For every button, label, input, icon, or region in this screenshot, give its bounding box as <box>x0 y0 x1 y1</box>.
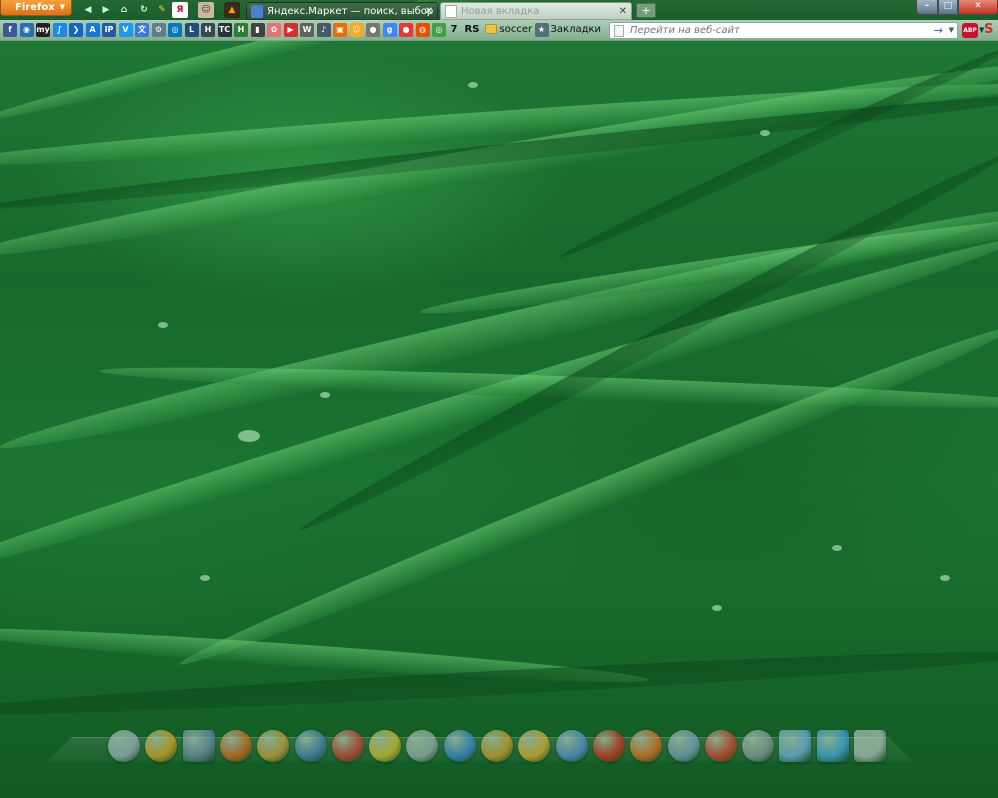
ie-icon[interactable] <box>443 730 476 762</box>
tab-strip: Firefox ▼ ◀ ▶ ⌂ ↻ ✎ Я ☺ ▲ Яндекс.Маркет … <box>0 0 998 20</box>
firefox-menu-button[interactable]: Firefox ▼ <box>0 0 72 16</box>
history-dropdown-icon[interactable]: ▼ <box>949 23 954 38</box>
back-icon[interactable]: ◀ <box>80 2 96 18</box>
target-icon[interactable]: ◎ <box>168 23 182 37</box>
wordpress-icon[interactable] <box>742 730 775 762</box>
banana-icon[interactable] <box>518 730 551 762</box>
ubuntu-icon[interactable]: ◍ <box>415 23 430 37</box>
opera-icon[interactable] <box>592 730 625 762</box>
adblock-plus-button[interactable]: ABP <box>962 23 978 38</box>
thunderbird-icon[interactable] <box>481 730 513 762</box>
close-icon: ✕ <box>974 1 982 11</box>
chrome-icon[interactable] <box>145 730 178 762</box>
globe-icon[interactable] <box>294 730 327 762</box>
bookmarks-menu-icon: ★ <box>534 23 549 37</box>
face-icon[interactable]: ☺ <box>198 2 214 18</box>
facebook-icon[interactable]: f <box>3 23 17 37</box>
reload-icon[interactable]: ↻ <box>136 2 152 18</box>
note-icon[interactable]: ♪ <box>316 23 331 37</box>
red-dot-icon[interactable]: ● <box>399 23 413 37</box>
bookmark-folder-soccer[interactable]: soccer <box>500 23 533 37</box>
youtube-icon[interactable]: ▶ <box>283 23 298 37</box>
minimize-icon: – <box>924 1 930 11</box>
close-window-button[interactable]: ✕ <box>958 0 998 15</box>
yandex-market-favicon-icon <box>251 5 263 18</box>
tab-label: Яндекс.Маркет — поиск, выбор и п... <box>267 6 437 17</box>
chevron-down-icon: ▼ <box>59 3 65 11</box>
tab-label: Новая вкладка <box>461 6 540 17</box>
maximize-icon: □ <box>943 1 953 11</box>
skype-icon[interactable] <box>816 730 849 762</box>
google-icon[interactable]: g <box>382 23 397 37</box>
desktop: Firefox ▼ ◀ ▶ ⌂ ↻ ✎ Я ☺ ▲ Яндекс.Маркет … <box>0 0 998 798</box>
v-icon[interactable]: V <box>118 23 133 37</box>
windows-icon[interactable] <box>779 730 812 762</box>
plus-icon: + <box>641 4 651 17</box>
address-bar[interactable]: → ▼ <box>609 22 958 39</box>
h-green-icon[interactable]: H <box>234 23 248 37</box>
paper-plane-icon[interactable] <box>406 730 439 762</box>
chrome-color-icon[interactable] <box>257 730 290 762</box>
tab-new-tab[interactable]: Новая вкладка ✕ <box>440 2 632 20</box>
aimp-icon[interactable] <box>369 730 402 762</box>
bookmarks-menu-button[interactable]: Закладки <box>551 23 602 37</box>
tab-yandex-market[interactable]: Яндекс.Маркет — поиск, выбор и п... ✕ <box>246 2 438 20</box>
h-icon[interactable]: H <box>201 23 215 37</box>
my-icon[interactable]: my <box>36 23 50 37</box>
dark-app-icon[interactable]: ▲ <box>224 2 240 18</box>
page-icon <box>614 25 624 37</box>
minimize-button[interactable]: – <box>916 0 938 15</box>
close-tab-icon[interactable]: ✕ <box>619 3 627 19</box>
bookmark-rs[interactable]: RS <box>465 23 480 37</box>
tc-icon[interactable]: TC <box>217 23 232 37</box>
apple-icon[interactable]: ● <box>366 23 380 37</box>
finder-icon[interactable] <box>108 730 140 762</box>
arrow-icon[interactable]: ❯ <box>69 23 83 37</box>
chrome-red-icon[interactable] <box>704 730 737 762</box>
picture-icon[interactable]: ▣ <box>333 23 347 37</box>
extension-s-button[interactable]: S <box>984 21 998 39</box>
new-tab-button[interactable]: + <box>636 3 656 18</box>
film-icon[interactable]: ▮ <box>250 23 265 37</box>
page-favicon-icon <box>445 5 457 18</box>
a-icon[interactable]: A <box>85 23 100 37</box>
folder-icon <box>484 24 497 34</box>
gear-icon[interactable]: ⚙ <box>151 23 166 37</box>
close-tab-icon[interactable]: ✕ <box>425 3 433 19</box>
translate-icon[interactable]: 文 <box>135 23 149 37</box>
monitor-icon[interactable] <box>182 730 215 762</box>
ip-icon[interactable]: IP <box>102 23 116 37</box>
globe-icon[interactable]: ◉ <box>19 23 34 37</box>
trash-icon[interactable] <box>854 730 886 762</box>
swoosh-icon[interactable]: ∫ <box>52 23 67 37</box>
yandex-icon[interactable]: Я <box>172 2 188 18</box>
firefox-menu-label: Firefox <box>15 2 55 13</box>
firefox-orange-icon[interactable] <box>630 730 663 762</box>
chrome-icon[interactable]: ◎ <box>432 23 446 37</box>
adblock-label: ABP <box>963 27 977 34</box>
chromium-icon[interactable] <box>667 730 700 762</box>
maximize-button[interactable]: □ <box>938 0 958 15</box>
grass-wallpaper <box>0 0 998 798</box>
flower-icon[interactable]: ✿ <box>267 23 281 37</box>
forward-icon[interactable]: ▶ <box>98 2 114 18</box>
go-arrow-icon[interactable]: → <box>934 23 943 38</box>
address-input[interactable] <box>630 24 930 37</box>
dock <box>100 722 900 768</box>
acrobat-icon[interactable] <box>331 730 364 762</box>
bookmark-7[interactable]: 7 <box>451 23 458 37</box>
smile-icon[interactable]: ☺ <box>349 23 364 37</box>
earth-icon[interactable] <box>555 730 588 762</box>
wikipedia-icon[interactable]: W <box>300 23 314 37</box>
firefox-icon[interactable] <box>219 730 252 762</box>
lj-icon[interactable]: L <box>184 23 199 37</box>
tools-icon[interactable]: ✎ <box>154 2 170 18</box>
home-icon[interactable]: ⌂ <box>116 2 132 18</box>
extension-label: S <box>984 22 994 37</box>
